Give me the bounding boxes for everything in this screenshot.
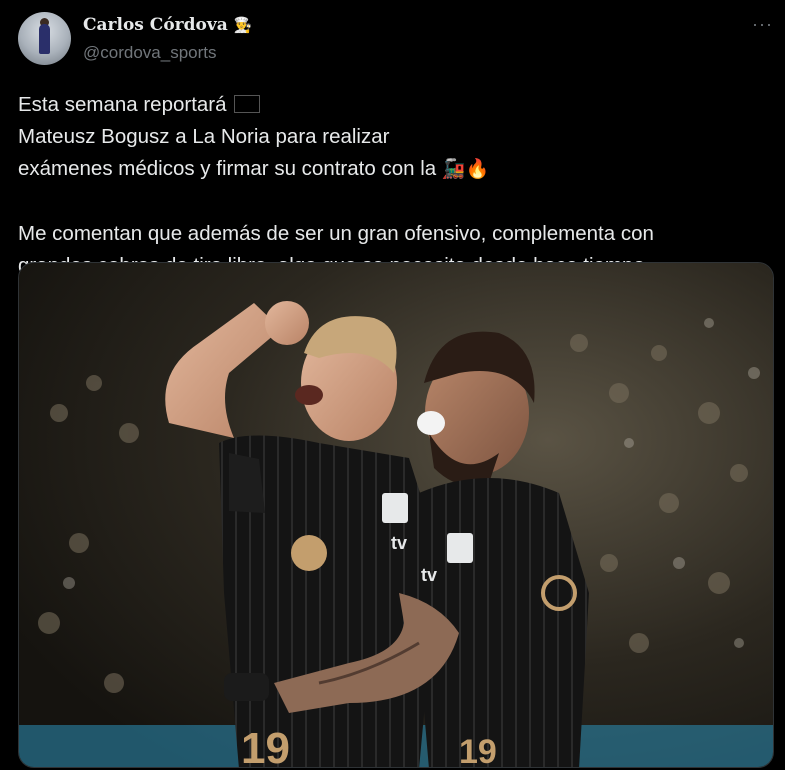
train-emoji-icon: 🚂 [441,159,466,180]
tweet-line-1: Esta semana reportará [18,89,768,121]
author-display-name[interactable]: Carlos Córdova [83,15,228,35]
right-jersey-sponsor: tv [421,565,437,585]
author-handle[interactable]: @cordova_sports [83,43,217,63]
jersey-number-right: 19 [459,733,497,768]
photo-illustration: tv tv 19 19 [19,263,773,768]
tweet-line-3: Me comentan que además de ser un gran of… [18,222,654,245]
left-jersey-sponsor: tv [391,533,407,553]
tweet-text: Esta semana reportará Mateusz Bogusz a L… [18,89,768,282]
more-horizontal-icon[interactable]: ··· [752,14,773,35]
tweet-line-2: exámenes médicos y firmar su contrato co… [18,157,490,180]
tweet[interactable]: Carlos Córdova 👨‍🍳 @cordova_sports ··· E… [0,0,785,770]
author-name-row[interactable]: Carlos Córdova 👨‍🍳 [83,15,252,35]
fire-emoji-icon: 🔥 [465,159,490,180]
chef-emoji-icon: 👨‍🍳 [233,17,253,34]
tweet-photo[interactable]: tv tv 19 19 [18,262,774,768]
avatar[interactable] [18,12,71,65]
poland-flag-icon [234,95,261,113]
jersey-number: 19 [241,724,290,768]
avatar-figure [39,24,50,54]
